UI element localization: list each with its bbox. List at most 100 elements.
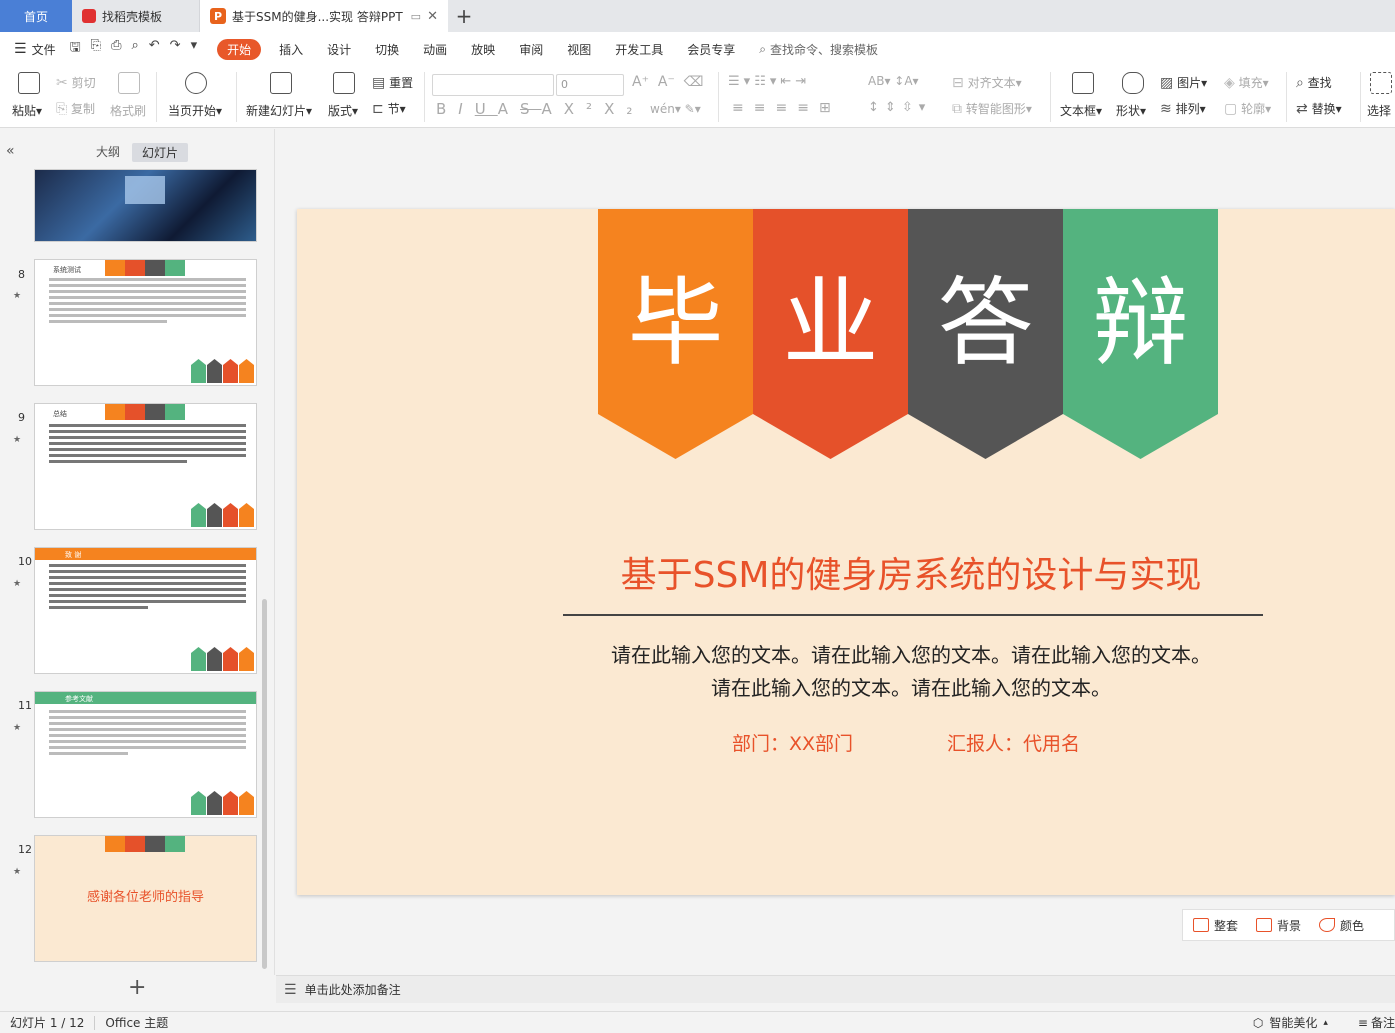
file-menu[interactable]: ☰ 文件 <box>14 41 56 58</box>
slide-body-text[interactable]: 请在此输入您的文本。请在此输入您的文本。请在此输入您的文本。 请在此输入您的文本… <box>297 639 1395 705</box>
menu-transition[interactable]: 切换 <box>375 41 399 58</box>
menu-slideshow[interactable]: 放映 <box>471 41 495 58</box>
paste-icon[interactable] <box>18 72 40 94</box>
menu-animation[interactable]: 动画 <box>423 41 447 58</box>
bullet-list-icon[interactable]: ☰▾ <box>728 74 754 89</box>
export-icon[interactable]: ⎘ <box>91 38 101 60</box>
smart-beautify-button[interactable]: ⬡ 智能美化 ▴ <box>1253 1014 1328 1031</box>
font-size-select[interactable]: 0 <box>556 74 624 96</box>
tidy-button[interactable]: 整套 <box>1193 917 1238 934</box>
shadow-icon[interactable]: A <box>498 100 520 118</box>
replace-button[interactable]: ⇄ 替换 ▾ <box>1296 100 1342 117</box>
clear-format-icon[interactable]: ⌫ <box>684 74 704 90</box>
save-icon[interactable]: 🖫 <box>70 38 81 60</box>
new-tab-button[interactable]: + <box>448 0 480 32</box>
menu-view[interactable]: 视图 <box>567 41 591 58</box>
panel-scrollbar[interactable] <box>262 599 267 969</box>
underline-icon[interactable]: U <box>475 100 498 118</box>
slide-thumbnail-10[interactable]: 致 谢 <box>34 547 257 674</box>
font-family-select[interactable] <box>432 74 554 96</box>
tab-slides[interactable]: 幻灯片 <box>132 143 189 162</box>
window-icon[interactable]: ▭ <box>411 10 421 23</box>
close-tab-icon[interactable]: ✕ <box>427 9 438 24</box>
preview-icon[interactable]: ⌕ <box>131 38 138 60</box>
fill-button[interactable]: ◈ 填充 ▾ <box>1224 74 1269 91</box>
pinyin-icon[interactable]: wén <box>650 102 675 116</box>
align-right-icon[interactable]: ≡ <box>775 100 797 116</box>
format-painter-button[interactable]: 格式刷 <box>110 102 146 119</box>
line-spacing-icon[interactable]: ⇕ <box>885 100 902 115</box>
smart-shape-button[interactable]: ⧉ 转智能图形 ▾ <box>952 100 1032 117</box>
cut-button[interactable]: ✂ 剪切 <box>56 74 96 91</box>
paste-button[interactable]: 粘贴 ▾ <box>12 102 42 119</box>
undo-icon[interactable]: ↶ <box>149 38 160 60</box>
distribute-icon[interactable]: ⊞ <box>819 100 841 116</box>
grow-font-icon[interactable]: A⁺ <box>632 74 649 90</box>
new-slide-button[interactable]: 新建幻灯片 ▾ <box>246 102 312 119</box>
shrink-font-icon[interactable]: A⁻ <box>658 74 675 90</box>
command-search[interactable]: ⌕ 查找命令、搜索模板 <box>759 41 878 58</box>
pinyin-highlight[interactable]: wén ▾ ✎ ▾ <box>650 102 701 116</box>
menu-review[interactable]: 审阅 <box>519 41 543 58</box>
tab-document[interactable]: P 基于SSM的健身...实现 答辩PPT ▭ ✕ <box>200 0 448 32</box>
reporter-text[interactable]: 汇报人：代用名 <box>947 729 1080 756</box>
reset-button[interactable]: ▤ 重置 <box>372 74 413 91</box>
text-box-icon[interactable]: AB▾ <box>868 74 890 88</box>
notes-pane[interactable]: ☰ 单击此处添加备注 <box>276 975 1395 1003</box>
numbered-list-icon[interactable]: ☷▾ <box>754 74 780 89</box>
highlight-icon[interactable]: ✎ <box>685 102 695 116</box>
line-spacing-icon[interactable]: ↕A▾ <box>894 74 918 88</box>
columns-icon[interactable]: ⇳▾ <box>902 100 931 115</box>
italic-icon[interactable]: I <box>458 100 474 118</box>
align-text-button[interactable]: ⊟ 对齐文本 ▾ <box>952 74 1022 91</box>
shape-button[interactable]: 形状 ▾ <box>1116 102 1146 119</box>
current-slide[interactable]: 毕 业 答 辩 基于SSM的健身房系统的设计与实现 请在此输入您的文本。请在此输… <box>297 209 1395 895</box>
menu-insert[interactable]: 插入 <box>279 41 303 58</box>
tab-home[interactable]: 首页 <box>0 0 72 32</box>
picture-button[interactable]: ▨ 图片 ▾ <box>1160 74 1207 91</box>
redo-icon[interactable]: ↷ <box>170 38 181 60</box>
section-button[interactable]: ⊏ 节 ▾ <box>372 100 406 117</box>
decrease-indent-icon[interactable]: ⇤ <box>780 74 795 89</box>
color-button[interactable]: 颜色 <box>1319 917 1364 934</box>
collapse-panel-icon[interactable]: « <box>6 143 15 159</box>
outline-button[interactable]: ▢ 轮廓 ▾ <box>1224 100 1271 117</box>
copy-button[interactable]: ⎘ 复制 <box>56 100 95 117</box>
slide-thumbnail-11[interactable]: 参考文献 <box>34 691 257 818</box>
textbox-button[interactable]: 文本框 ▾ <box>1060 102 1102 119</box>
notes-toggle-button[interactable]: ≡ 备注 <box>1358 1014 1395 1031</box>
department-text[interactable]: 部门：XX部门 <box>732 729 853 756</box>
add-slide-icon[interactable]: + <box>128 975 146 1000</box>
banner-orange: 毕 <box>598 209 753 459</box>
align-left-icon[interactable]: ≡ <box>732 100 754 116</box>
menu-developer[interactable]: 开发工具 <box>615 41 663 58</box>
start-from-current-button[interactable]: 当页开始 ▾ <box>168 102 222 119</box>
superscript-icon[interactable]: X² <box>564 100 604 118</box>
font-color-icon[interactable]: A <box>542 100 564 118</box>
menu-member[interactable]: 会员专享 <box>687 41 735 58</box>
slide-thumbnail-9[interactable]: 总结 <box>34 403 257 530</box>
menu-home[interactable]: 开始 <box>217 38 262 60</box>
background-button[interactable]: 背景 <box>1256 917 1301 934</box>
slide-thumbnail-8[interactable]: 系统测试 <box>34 259 257 386</box>
arrange-button[interactable]: ≋ 排列 ▾ <box>1160 100 1206 117</box>
subscript-icon[interactable]: X₂ <box>604 100 644 118</box>
menu-design[interactable]: 设计 <box>327 41 351 58</box>
print-icon[interactable]: ⎙ <box>111 38 121 60</box>
tab-outline[interactable]: 大纲 <box>96 143 120 160</box>
select-button[interactable]: 选择 <box>1367 102 1391 119</box>
justify-icon[interactable]: ≡ <box>797 100 819 116</box>
tab-template-store[interactable]: 找稻壳模板 <box>72 0 200 32</box>
strikethrough-icon[interactable]: S <box>520 100 542 118</box>
layout-button[interactable]: 版式 ▾ <box>328 102 358 119</box>
bold-icon[interactable]: B <box>436 100 458 118</box>
paragraph-spacing-icon[interactable]: ↕ <box>868 100 885 115</box>
customize-icon[interactable]: ▾ <box>191 38 198 60</box>
font-grow-shrink[interactable]: A⁺ A⁻ ⌫ <box>632 74 704 90</box>
slide-title[interactable]: 基于SSM的健身房系统的设计与实现 <box>297 546 1395 598</box>
increase-indent-icon[interactable]: ⇥ <box>795 74 810 89</box>
find-button[interactable]: ⌕ 查找 <box>1296 74 1332 91</box>
align-center-icon[interactable]: ≡ <box>754 100 776 116</box>
slide-thumbnail-7[interactable] <box>34 169 257 242</box>
slide-thumbnail-12[interactable]: 感谢各位老师的指导 <box>34 835 257 962</box>
